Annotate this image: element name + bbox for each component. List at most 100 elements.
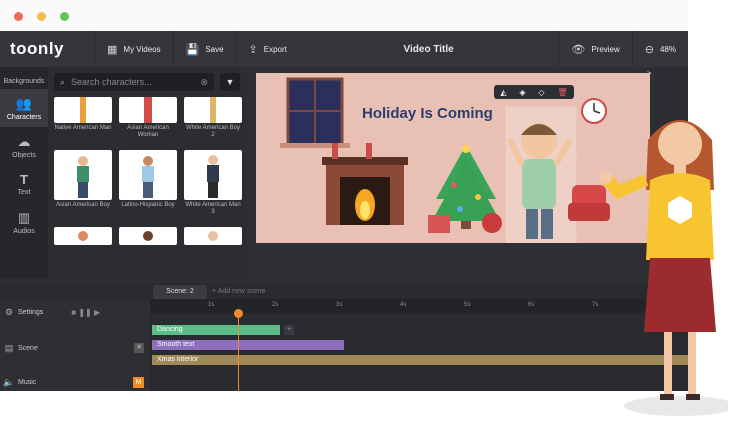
- sidebar-item-label: Backgrounds: [3, 78, 45, 85]
- track-bar-smooth-text[interactable]: Smooth text: [152, 340, 344, 350]
- flip-icon[interactable]: ◭: [500, 88, 506, 97]
- sidebar-item-label: Text: [17, 189, 31, 196]
- layer-down-icon[interactable]: ◇: [538, 88, 544, 97]
- character-thumbnail: [54, 227, 112, 245]
- add-scene-label: Add new scene: [217, 288, 266, 295]
- tick-label: 2s: [272, 302, 279, 308]
- character-thumbnail: [119, 227, 177, 245]
- video-title[interactable]: Video Title: [299, 44, 558, 55]
- tick-label: 6s: [528, 302, 535, 308]
- character-card[interactable]: Latino-Hispanic Boy: [119, 150, 177, 209]
- tick-label: 4s: [400, 302, 407, 308]
- timeline-track-labels: ⚙ Settings ■ ❚❚ ▶ ▤ Scene ✕ 🔈 Music M: [0, 299, 150, 391]
- playback-icons[interactable]: ■ ❚❚ ▶: [71, 308, 100, 317]
- playhead[interactable]: [238, 311, 239, 391]
- search-placeholder: Search characters...: [71, 77, 152, 87]
- trash-icon[interactable]: 🗑: [557, 88, 567, 97]
- grid-icon: ▦: [107, 43, 118, 56]
- my-videos-button[interactable]: ▦ My Videos: [94, 31, 173, 67]
- tick-label: 3s: [336, 302, 343, 308]
- character-name: White American Man 3: [185, 202, 241, 215]
- clear-icon[interactable]: ⊗: [200, 77, 208, 88]
- tab-scene-2[interactable]: Scene: 2: [153, 285, 207, 299]
- character-card[interactable]: [184, 227, 242, 245]
- window-illustration: [280, 77, 350, 148]
- save-label: Save: [205, 44, 224, 54]
- sidebar-item-audios[interactable]: ▥ Audios: [0, 203, 48, 241]
- floppy-icon: 💾: [185, 43, 200, 56]
- playhead-handle[interactable]: [234, 309, 243, 318]
- sidebar-item-label: Audios: [13, 227, 35, 235]
- window-controls: [14, 12, 69, 21]
- asset-sidebar: Backgrounds 👥 Characters ☁ Objects T Tex…: [0, 67, 48, 278]
- character-name: Latino-Hispanic Boy: [121, 202, 175, 208]
- character-thumbnail: [54, 97, 112, 123]
- sidebar-item-label: Objects: [12, 151, 36, 159]
- layer-up-icon[interactable]: ◈: [519, 88, 525, 97]
- character-name: Native American Man: [54, 125, 112, 131]
- people-icon: 👥: [15, 95, 33, 111]
- character-thumbnail: [54, 150, 112, 200]
- add-track-icon[interactable]: +: [284, 325, 294, 335]
- preview-label: Preview: [591, 44, 620, 54]
- music-label: Music: [18, 378, 37, 386]
- character-thumbnail: [184, 97, 242, 123]
- close-icon[interactable]: ✕: [134, 343, 144, 353]
- minimize-dot[interactable]: [37, 12, 46, 21]
- sidebar-item-objects[interactable]: ☁ Objects: [0, 127, 48, 165]
- character-thumbnail: [119, 150, 177, 200]
- timeline: Scene: 2 + Add new scene ⚙ Settings ■ ❚❚…: [0, 283, 688, 391]
- tick-label: 1s: [208, 302, 215, 308]
- track-bar-dancing[interactable]: Dancing: [152, 325, 280, 335]
- export-button[interactable]: ⇪ Export: [235, 31, 299, 67]
- zoom-control[interactable]: ⊖ 48%: [631, 31, 688, 67]
- character-name: White American Boy 2: [185, 125, 241, 138]
- tick-label: 5s: [464, 302, 471, 308]
- character-card[interactable]: Native American Man: [54, 97, 112, 132]
- scene-illustration: [256, 73, 650, 244]
- settings-label: Settings: [18, 308, 44, 316]
- sidebar-item-backgrounds[interactable]: Backgrounds: [0, 67, 48, 89]
- maximize-dot[interactable]: [60, 12, 69, 21]
- scene-canvas[interactable]: Holiday Is Coming ◭ ◈ ◇ 🗑: [256, 73, 650, 244]
- save-button[interactable]: 💾 Save: [172, 31, 236, 67]
- settings-row[interactable]: ⚙ Settings ■ ❚❚ ▶: [0, 303, 150, 321]
- character-thumbnail: [119, 97, 177, 123]
- character-card[interactable]: Asian American Boy: [54, 150, 112, 209]
- filter-icon: ▼: [225, 77, 235, 87]
- scene-row: ▤ Scene ✕: [0, 339, 150, 357]
- close-dot[interactable]: [14, 12, 23, 21]
- boy-character-illustration: [505, 106, 577, 244]
- music-row: 🔈 Music M: [0, 373, 150, 391]
- film-icon: ▤: [4, 342, 14, 353]
- sidebar-item-characters[interactable]: 👥 Characters: [0, 89, 48, 127]
- search-input[interactable]: ⌕ Search characters... ⊗: [54, 73, 214, 91]
- filter-button[interactable]: ▼: [220, 73, 240, 91]
- text-icon: T: [20, 172, 28, 187]
- character-card[interactable]: [119, 227, 177, 245]
- presenter-woman-illustration: [600, 120, 728, 416]
- cloud-icon: ☁: [17, 133, 31, 149]
- preview-button[interactable]: 👁 Preview: [558, 31, 631, 67]
- browser-window: toonly ▦ My Videos 💾 Save ⇪ Export Video…: [0, 0, 688, 391]
- my-videos-label: My Videos: [123, 44, 161, 54]
- sidebar-item-label: Characters: [6, 113, 42, 121]
- add-scene-button[interactable]: + Add new scene: [212, 285, 266, 299]
- characters-panel: ⌕ Search characters... ⊗ ▼ Native Americ…: [48, 67, 246, 278]
- eye-icon: 👁: [571, 43, 586, 56]
- character-card[interactable]: [54, 227, 112, 245]
- sidebar-item-text[interactable]: T Text: [0, 165, 48, 203]
- character-card[interactable]: White American Boy 2: [184, 97, 242, 139]
- search-icon: ⌕: [60, 76, 66, 87]
- character-thumbnail: [184, 227, 242, 245]
- music-badge[interactable]: M: [133, 376, 144, 388]
- gear-icon: ⚙: [4, 306, 14, 317]
- stage-text[interactable]: Holiday Is Coming: [362, 105, 493, 122]
- zoom-out-icon: ⊖: [644, 43, 654, 56]
- export-icon: ⇪: [248, 43, 258, 56]
- character-card[interactable]: White American Man 3: [184, 150, 242, 216]
- object-toolbar: ◭ ◈ ◇ 🗑: [494, 85, 574, 99]
- character-name: Asian American Woman: [127, 125, 169, 138]
- app-logo: toonly: [10, 39, 64, 58]
- character-card[interactable]: Asian American Woman: [119, 97, 177, 139]
